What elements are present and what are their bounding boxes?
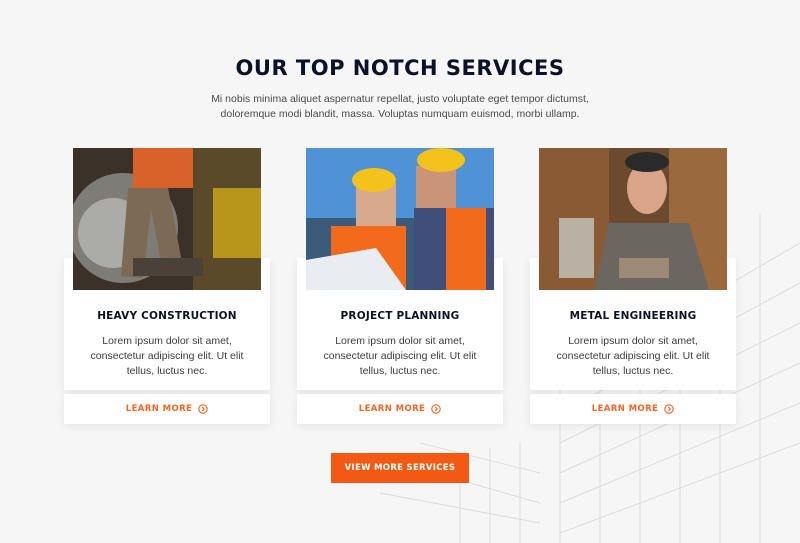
section-heading: OUR TOP NOTCH SERVICES xyxy=(235,56,565,80)
learn-more-label: LEARN MORE xyxy=(125,404,193,414)
learn-more-link[interactable]: LEARN MORE xyxy=(297,394,503,424)
learn-more-label: LEARN MORE xyxy=(591,404,659,414)
card-description: Lorem ipsum dolor sit amet, consectetur … xyxy=(556,335,710,377)
card-image-project-planning xyxy=(306,148,494,290)
service-card-metal-engineering: METAL ENGINEERING Lorem ipsum dolor sit … xyxy=(530,148,736,424)
card-image-metal-engineering xyxy=(539,148,727,290)
arrow-circle-right-icon xyxy=(198,404,208,414)
card-title: PROJECT PLANNING xyxy=(340,310,460,322)
arrow-circle-right-icon xyxy=(431,404,441,414)
view-more-services-button[interactable]: VIEW MORE SERVICES xyxy=(331,453,469,483)
service-card-project-planning: PROJECT PLANNING Lorem ipsum dolor sit a… xyxy=(297,148,503,424)
learn-more-link[interactable]: LEARN MORE xyxy=(530,394,736,424)
card-title: METAL ENGINEERING xyxy=(569,310,697,322)
arrow-circle-right-icon xyxy=(664,404,674,414)
card-image-heavy-construction xyxy=(73,148,261,290)
card-description: Lorem ipsum dolor sit amet, consectetur … xyxy=(323,335,477,377)
section-subtitle: Mi nobis minima aliquet aspernatur repel… xyxy=(211,93,589,120)
card-title: HEAVY CONSTRUCTION xyxy=(97,310,237,322)
learn-more-link[interactable]: LEARN MORE xyxy=(64,394,270,424)
card-description: Lorem ipsum dolor sit amet, consectetur … xyxy=(90,335,244,377)
learn-more-label: LEARN MORE xyxy=(358,404,426,414)
service-card-heavy-construction: HEAVY CONSTRUCTION Lorem ipsum dolor sit… xyxy=(64,148,270,424)
